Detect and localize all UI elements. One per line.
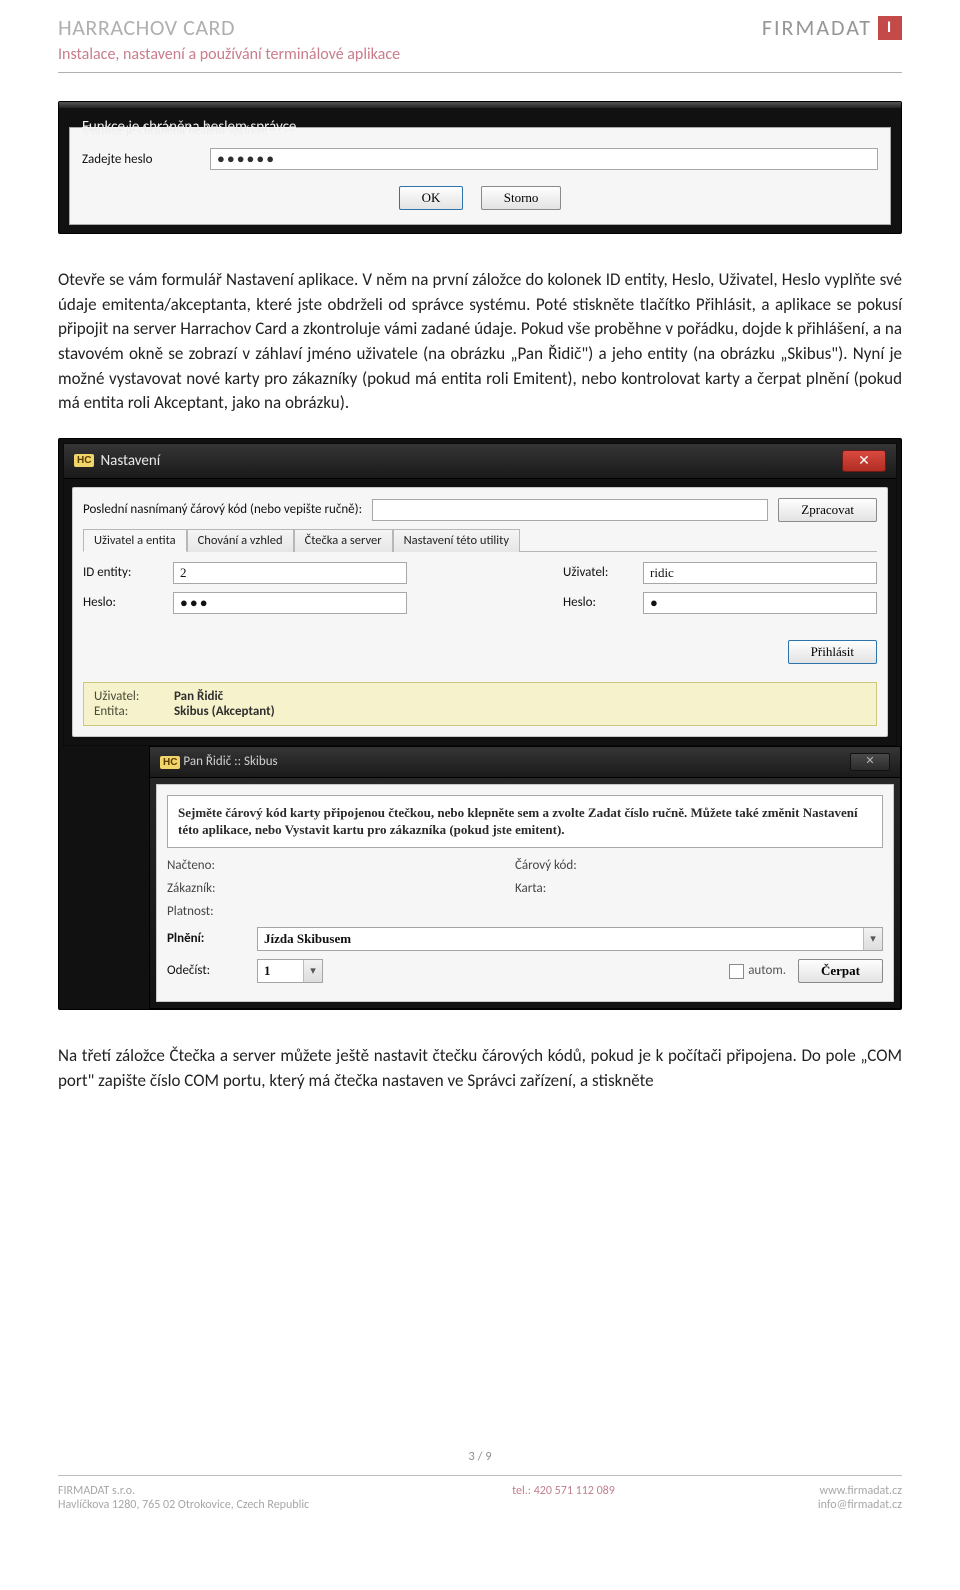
password-user-label: Heslo: bbox=[563, 595, 643, 610]
password-label: Zadejte heslo bbox=[82, 152, 210, 167]
password-entity-input[interactable]: ●●● bbox=[173, 592, 407, 614]
brand-name: FIRMADAT bbox=[762, 14, 872, 41]
odecist-stepper[interactable]: 1 ▾ bbox=[257, 959, 323, 983]
footer-tel: tel.: 420 571 112 089 bbox=[309, 1484, 818, 1512]
app-icon: HC bbox=[160, 756, 180, 769]
password-user-input[interactable]: ● bbox=[643, 592, 877, 614]
plneni-label: Plnění: bbox=[167, 931, 257, 946]
page-number: 3 / 9 bbox=[0, 1449, 960, 1464]
barcode-input[interactable] bbox=[372, 499, 768, 521]
tab-utility-settings[interactable]: Nastavení této utility bbox=[393, 529, 520, 552]
brand-logo-icon: I bbox=[878, 16, 902, 40]
id-entity-label: ID entity: bbox=[83, 565, 173, 580]
tab-reader-server[interactable]: Čtečka a server bbox=[294, 529, 393, 552]
terminal-window-title: Pan Řidič :: Skibus bbox=[183, 754, 277, 769]
app-icon: HC bbox=[74, 454, 94, 467]
user-input[interactable]: ridic bbox=[643, 562, 877, 584]
login-button[interactable]: Přihlásit bbox=[788, 640, 877, 664]
password-entity-label: Heslo: bbox=[83, 595, 173, 610]
carovy-kod-label: Čárový kód: bbox=[515, 858, 625, 873]
process-button[interactable]: Zpracovat bbox=[778, 498, 877, 522]
cerpat-button[interactable]: Čerpat bbox=[798, 959, 883, 983]
footer-address: Havlíčkova 1280, 765 02 Otrokovice, Czec… bbox=[58, 1498, 309, 1512]
user-label: Uživatel: bbox=[563, 565, 643, 580]
paragraph-1: Otevře se vám formulář Nastavení aplikac… bbox=[58, 268, 902, 416]
tab-user-entity[interactable]: Uživatel a entita bbox=[83, 529, 187, 552]
login-status-panel: Uživatel:Pan Řidič Entita:Skibus (Akcept… bbox=[83, 682, 877, 726]
paragraph-2: Na třetí záložce Čtečka a server můžete … bbox=[58, 1044, 902, 1093]
odecist-label: Odečíst: bbox=[167, 963, 257, 978]
platnost-label: Platnost: bbox=[167, 904, 257, 919]
tab-behavior[interactable]: Chování a vzhled bbox=[187, 529, 294, 552]
footer-www[interactable]: www.firmadat.cz bbox=[819, 1484, 902, 1498]
instructions-area[interactable]: Sejměte čárový kód karty připojenou čteč… bbox=[167, 795, 883, 848]
doc-title: HARRACHOV CARD bbox=[58, 14, 400, 41]
plneni-dropdown[interactable]: Jízda Skibusem ▾ bbox=[257, 927, 883, 951]
screenshot-terminal-window: HC Pan Řidič :: Skibus ✕ Sejměte čárový … bbox=[149, 746, 901, 1009]
karta-label: Karta: bbox=[515, 881, 625, 896]
close-icon[interactable]: ✕ bbox=[842, 450, 886, 472]
footer-company: FIRMADAT s.r.o. bbox=[58, 1484, 309, 1498]
chevron-down-icon: ▾ bbox=[303, 960, 322, 982]
chevron-down-icon: ▾ bbox=[863, 928, 882, 950]
status-user: Pan Řidič bbox=[174, 689, 223, 704]
brand: FIRMADAT I bbox=[762, 14, 902, 41]
screenshot-settings-window: HC Nastavení ✕ Poslední nasnímaný čárový… bbox=[58, 438, 902, 1010]
zakaznik-label: Zákazník: bbox=[167, 881, 257, 896]
doc-header: HARRACHOV CARD Instalace, nastavení a po… bbox=[58, 0, 902, 73]
autom-checkbox[interactable]: autom. bbox=[729, 963, 786, 978]
screenshot-password-prompt: Funkce je chráněna heslem správce Funkce… bbox=[58, 101, 902, 234]
doc-subtitle: Instalace, nastavení a používání terminá… bbox=[58, 45, 400, 64]
nacteno-label: Načteno: bbox=[167, 858, 257, 873]
window-title: Nastavení bbox=[100, 452, 160, 470]
doc-footer: FIRMADAT s.r.o. Havlíčkova 1280, 765 02 … bbox=[58, 1475, 902, 1530]
ok-button[interactable]: OK bbox=[399, 186, 464, 210]
password-input[interactable]: ●●●●●● bbox=[210, 148, 878, 170]
barcode-label: Poslední nasnímaný čárový kód (nebo vepi… bbox=[83, 502, 362, 517]
status-entity: Skibus (Akceptant) bbox=[174, 704, 275, 719]
tabs: Uživatel a entita Chování a vzhled Čtečk… bbox=[83, 528, 877, 552]
close-icon[interactable]: ✕ bbox=[850, 753, 890, 771]
storno-button[interactable]: Storno bbox=[481, 186, 562, 210]
footer-mail[interactable]: info@firmadat.cz bbox=[818, 1498, 902, 1512]
id-entity-input[interactable]: 2 bbox=[173, 562, 407, 584]
